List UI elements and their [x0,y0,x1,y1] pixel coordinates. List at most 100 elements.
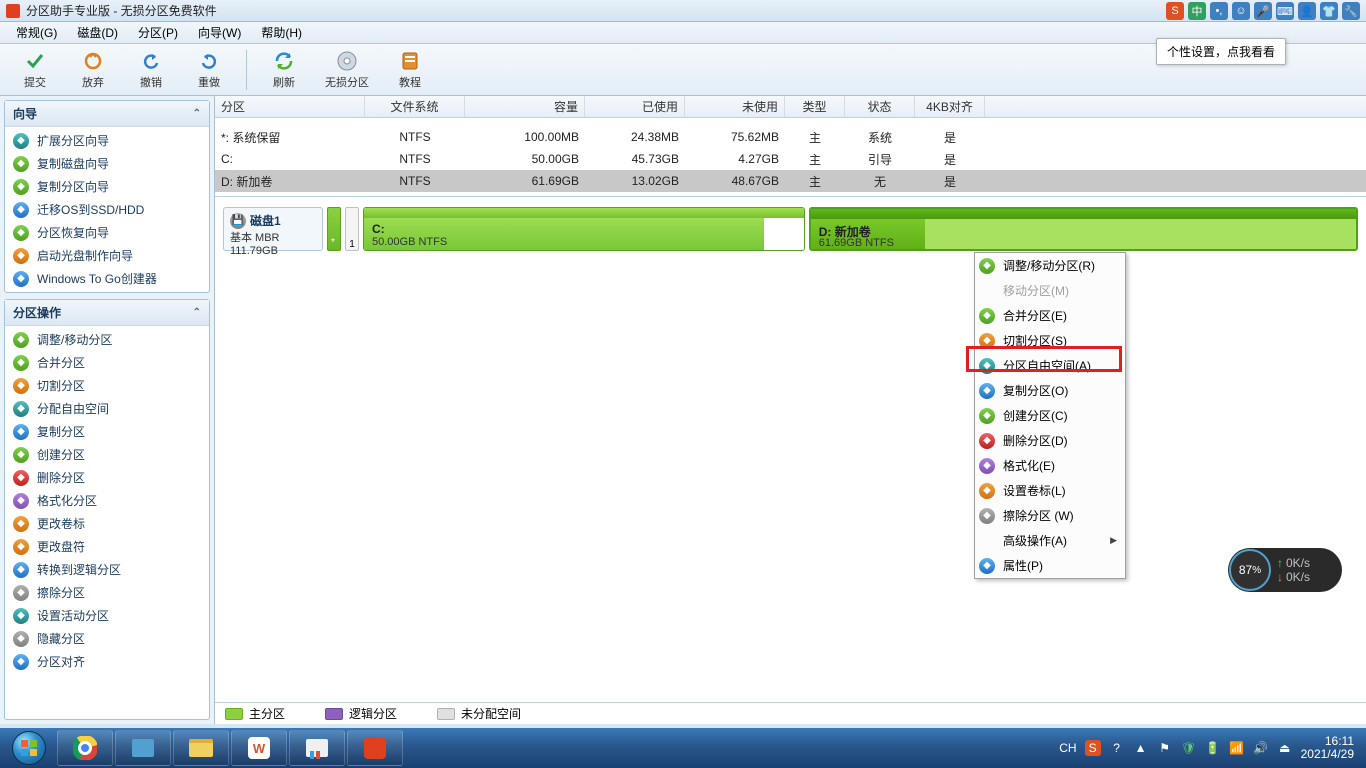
hdr-partition[interactable]: 分区 [215,96,365,117]
wizard-item[interactable]: ◆复制分区向导 [5,175,209,198]
ops-item[interactable]: ◆创建分区 [5,443,209,466]
lossless-button[interactable]: 无损分区 [315,46,379,94]
menu-help[interactable]: 帮助(H) [251,22,312,43]
table-row[interactable]: C: NTFS 50.00GB 45.73GB 4.27GB 主 引导 是 [215,148,1366,170]
ops-item[interactable]: ◆格式化分区 [5,489,209,512]
partition-c-segment[interactable]: C: 50.00GB NTFS [363,207,805,251]
ops-item[interactable]: ◆合并分区 [5,351,209,374]
menu-partition[interactable]: 分区(P) [128,22,188,43]
ops-item[interactable]: ◆分区对齐 [5,650,209,673]
tray-shield-icon[interactable]: 🛡 [1181,740,1197,756]
ime-shirt-icon[interactable]: 👕 [1320,2,1338,20]
wizard-panel-header[interactable]: 向导⌃ [5,101,209,127]
ops-item-icon: ◆ [13,424,29,440]
tray-vol-icon[interactable]: 🔊 [1253,740,1269,756]
ops-item[interactable]: ◆删除分区 [5,466,209,489]
tray-help-icon[interactable]: ? [1109,740,1125,756]
tray-up-icon[interactable]: ▲ [1133,740,1149,756]
hdr-used[interactable]: 已使用 [585,96,685,117]
taskbar-app2[interactable] [347,730,403,766]
context-menu-item[interactable]: ◆删除分区(D) [975,428,1125,453]
hdr-filesystem[interactable]: 文件系统 [365,96,465,117]
hdr-status[interactable]: 状态 [845,96,915,117]
hdr-capacity[interactable]: 容量 [465,96,585,117]
context-menu-item[interactable]: ◆格式化(E) [975,453,1125,478]
context-menu-item[interactable]: ◆合并分区(E) [975,303,1125,328]
speed-widget[interactable]: 87% ↑0K/s ↓0K/s [1228,548,1342,592]
tray-flag-icon[interactable]: ⚑ [1157,740,1173,756]
ops-item[interactable]: ◆调整/移动分区 [5,328,209,351]
taskbar-chrome[interactable] [57,730,113,766]
ops-item[interactable]: ◆更改盘符 [5,535,209,558]
ime-mic-icon[interactable]: 🎤 [1254,2,1272,20]
wizard-item-icon: ◆ [13,202,29,218]
menu-disk[interactable]: 磁盘(D) [67,22,128,43]
reserved-segment[interactable]: * [327,207,341,251]
ime-punct-icon[interactable]: •, [1210,2,1228,20]
commit-button[interactable]: 提交 [8,46,62,94]
wizard-item[interactable]: ◆ 迁移OS到SSD/HDD [5,198,209,221]
taskbar-app1[interactable] [115,730,171,766]
table-row[interactable]: D: 新加卷 NTFS 61.69GB 13.02GB 48.67GB 主 无 … [215,170,1366,192]
ops-item[interactable]: ◆复制分区 [5,420,209,443]
ops-panel-header[interactable]: 分区操作⌃ [5,300,209,326]
context-menu-item[interactable]: ◆属性(P) [975,553,1125,578]
undo-button[interactable]: 撤销 [124,46,178,94]
ime-tool-icon[interactable]: 🔧 [1342,2,1360,20]
discard-button[interactable]: 放弃 [66,46,120,94]
ime-s-icon[interactable]: S [1166,2,1184,20]
menu-wizard[interactable]: 向导(W) [188,22,251,43]
wizard-item[interactable]: ◆启动光盘制作向导 [5,244,209,267]
context-menu-item[interactable]: ◆复制分区(O) [975,378,1125,403]
ops-item-icon: ◆ [13,654,29,670]
context-menu-item[interactable]: 高级操作(A)▶ [975,528,1125,553]
tray-clock[interactable]: 16:112021/4/29 [1301,735,1354,761]
refresh-button[interactable]: 刷新 [257,46,311,94]
redo-button[interactable]: 重做 [182,46,236,94]
context-menu-item[interactable]: ◆调整/移动分区(R) [975,253,1125,278]
taskbar-paint[interactable] [289,730,345,766]
table-header: 分区 文件系统 容量 已使用 未使用 类型 状态 4KB对齐 [215,96,1366,118]
ops-item[interactable]: ◆转换到逻辑分区 [5,558,209,581]
context-menu-item[interactable]: ◆分区自由空间(A) [975,353,1125,378]
ime-lang-icon[interactable]: 中 [1188,2,1206,20]
context-menu-item[interactable]: ◆创建分区(C) [975,403,1125,428]
disk-info[interactable]: 💾磁盘1 基本 MBR 111.79GB [223,207,323,251]
tray-sogou-icon[interactable]: S [1085,740,1101,756]
partition-d-segment[interactable]: D: 新加卷 61.69GB NTFS [809,207,1358,251]
menu-general[interactable]: 常规(G) [6,22,67,43]
chevron-icon: ⌃ [193,307,201,318]
taskbar-explorer[interactable] [173,730,229,766]
tray-battery-icon[interactable]: 🔋 [1205,740,1221,756]
wizard-item[interactable]: ◆分区恢复向导 [5,221,209,244]
tutorial-button[interactable]: 教程 [383,46,437,94]
hdr-free[interactable]: 未使用 [685,96,785,117]
wizard-item[interactable]: ◆复制磁盘向导 [5,152,209,175]
ops-item[interactable]: ◆切割分区 [5,374,209,397]
hdr-align[interactable]: 4KB对齐 [915,96,985,117]
context-menu-item[interactable]: ◆设置卷标(L) [975,478,1125,503]
ime-face-icon[interactable]: ☺ [1232,2,1250,20]
chevron-icon: ⌃ [193,108,201,119]
hdr-type[interactable]: 类型 [785,96,845,117]
gap-segment[interactable]: 1 [345,207,359,251]
ops-item[interactable]: ◆隐藏分区 [5,627,209,650]
context-menu-item[interactable]: ◆切割分区(S) [975,328,1125,353]
start-button[interactable] [2,729,56,767]
wizard-item-label: 迁移OS到SSD/HDD [37,201,144,218]
ops-item[interactable]: ◆擦除分区 [5,581,209,604]
context-menu-item[interactable]: ◆擦除分区 (W) [975,503,1125,528]
ops-item[interactable]: ◆设置活动分区 [5,604,209,627]
ime-user-icon[interactable]: 👤 [1298,2,1316,20]
ime-kbd-icon[interactable]: ⌨ [1276,2,1294,20]
tray-usb-icon[interactable]: ⏏ [1277,740,1293,756]
wizard-item[interactable]: ◆Windows To Go创建器 [5,267,209,290]
taskbar-wps[interactable]: W [231,730,287,766]
ops-item[interactable]: ◆更改卷标 [5,512,209,535]
tray-lang[interactable]: CH [1059,741,1076,755]
ops-item[interactable]: ◆分配自由空间 [5,397,209,420]
table-row[interactable]: *: 系统保留 NTFS 100.00MB 24.38MB 75.62MB 主 … [215,126,1366,148]
wizard-item[interactable]: ◆扩展分区向导 [5,129,209,152]
legend-bar: 主分区 逻辑分区 未分配空间 [215,702,1366,724]
tray-net-icon[interactable]: 📶 [1229,740,1245,756]
